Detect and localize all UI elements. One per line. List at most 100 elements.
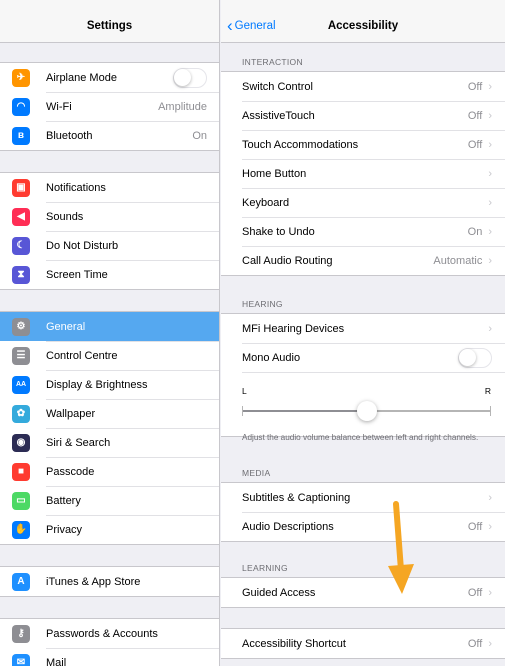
sidebar-item-passcode[interactable]: ■ Passcode: [0, 457, 219, 486]
row-value: Off: [467, 80, 483, 93]
sidebar-item-label: Bluetooth: [46, 129, 93, 142]
chevron-right-icon: ›: [488, 491, 492, 504]
airplane-icon: ✈: [12, 68, 30, 87]
airplane-mode-toggle[interactable]: [173, 67, 207, 88]
wallpaper-icon: ✿: [12, 404, 30, 423]
sidebar-item-wifi[interactable]: ◠ Wi-Fi Amplitude: [0, 92, 219, 121]
chevron-right-icon: ›: [488, 254, 492, 267]
sidebar-item-bluetooth[interactable]: ʙ Bluetooth On: [0, 121, 219, 150]
settings-sidebar: Settings ✈ Airplane Mode ◠ Wi-Fi Amplitu…: [0, 0, 220, 666]
balance-left-label: L: [242, 386, 247, 396]
accessibility-shortcut-row[interactable]: Accessibility Shortcut Off ›: [221, 629, 505, 658]
chevron-right-icon: ›: [488, 109, 492, 122]
hand-icon: ✋: [12, 520, 30, 539]
sidebar-item-display-brightness[interactable]: AA Display & Brightness: [0, 370, 219, 399]
sidebar-item-airplane-mode[interactable]: ✈ Airplane Mode: [0, 63, 219, 92]
sidebar-item-label: General: [46, 320, 86, 333]
sidebar-item-general[interactable]: ⚙ General: [0, 312, 219, 341]
sidebar-item-label: Control Centre: [46, 349, 118, 362]
sidebar-navbar: Settings: [0, 0, 219, 43]
row-value: Off: [467, 138, 483, 151]
hearing-footer-note: Adjust the audio volume balance between …: [242, 433, 479, 442]
chevron-right-icon: ›: [488, 80, 492, 93]
assistivetouch-row[interactable]: AssistiveTouch Off ›: [221, 101, 505, 130]
row-label: Shake to Undo: [242, 225, 315, 238]
hourglass-icon: ⧗: [12, 265, 30, 284]
shake-to-undo-row[interactable]: Shake to Undo On ›: [221, 217, 505, 246]
row-value: Automatic: [433, 254, 483, 267]
sidebar-item-label: Battery: [46, 494, 81, 507]
section-header-interaction: INTERACTION: [242, 57, 303, 67]
sidebar-item-label: Wallpaper: [46, 407, 96, 420]
sidebar-item-mail[interactable]: ✉ Mail: [0, 648, 219, 666]
guided-access-row[interactable]: Guided Access Off ›: [221, 578, 505, 607]
balance-slider-thumb[interactable]: [356, 401, 377, 421]
chevron-right-icon: ›: [488, 586, 492, 599]
sidebar-item-label: Screen Time: [46, 268, 108, 281]
row-label: Home Button: [242, 167, 307, 180]
sidebar-item-screen-time[interactable]: ⧗ Screen Time: [0, 260, 219, 289]
media-group: Subtitles & Captioning › Audio Descripti…: [221, 482, 505, 542]
chevron-right-icon: ›: [488, 196, 492, 209]
display-brightness-icon: AA: [12, 375, 30, 394]
sidebar-item-notifications[interactable]: ▣ Notifications: [0, 173, 219, 202]
sounds-icon: ◀: [12, 207, 30, 226]
interaction-group: Switch Control Off › AssistiveTouch Off …: [221, 71, 505, 276]
sidebar-item-battery[interactable]: ▭ Battery: [0, 486, 219, 515]
sidebar-item-do-not-disturb[interactable]: ☾ Do Not Disturb: [0, 231, 219, 260]
chevron-right-icon: ›: [488, 322, 492, 335]
section-header-learning: LEARNING: [242, 563, 288, 573]
back-button[interactable]: ‹ General: [227, 17, 276, 34]
sidebar-item-control-centre[interactable]: ☰ Control Centre: [0, 341, 219, 370]
mfi-hearing-devices-row[interactable]: MFi Hearing Devices ›: [221, 314, 505, 343]
sidebar-item-label: Do Not Disturb: [46, 239, 119, 252]
call-audio-routing-row[interactable]: Call Audio Routing Automatic ›: [221, 246, 505, 275]
chevron-right-icon: ›: [488, 138, 492, 151]
section-header-media: MEDIA: [242, 468, 271, 478]
hearing-group: MFi Hearing Devices › Mono Audio L R: [221, 313, 505, 437]
balance-tick-right: [490, 406, 491, 416]
row-value: Off: [467, 586, 483, 599]
control-centre-icon: ☰: [12, 346, 30, 365]
mono-audio-toggle[interactable]: [458, 347, 492, 368]
notifications-icon: ▣: [12, 178, 30, 197]
detail-navbar: ‹ General Accessibility: [221, 0, 505, 43]
audio-balance-row: L R: [221, 372, 505, 436]
touch-accommodations-row[interactable]: Touch Accommodations Off ›: [221, 130, 505, 159]
row-label: Subtitles & Captioning: [242, 491, 351, 504]
sidebar-item-itunes-app-store[interactable]: A iTunes & App Store: [0, 567, 219, 596]
home-button-row[interactable]: Home Button ›: [221, 159, 505, 188]
subtitles-captioning-row[interactable]: Subtitles & Captioning ›: [221, 483, 505, 512]
battery-icon: ▭: [12, 491, 30, 510]
row-label: Touch Accommodations: [242, 138, 359, 151]
lock-icon: ■: [12, 462, 30, 481]
section-header-hearing: HEARING: [242, 299, 283, 309]
sidebar-group-connectivity: ✈ Airplane Mode ◠ Wi-Fi Amplitude ʙ Blue…: [0, 62, 219, 151]
row-value: Off: [467, 109, 483, 122]
keyboard-row[interactable]: Keyboard ›: [221, 188, 505, 217]
toggle-knob: [459, 348, 476, 366]
sidebar-item-label: Privacy: [46, 523, 83, 536]
sidebar-item-label: Notifications: [46, 181, 106, 194]
row-label: MFi Hearing Devices: [242, 322, 345, 335]
chevron-right-icon: ›: [488, 167, 492, 180]
key-icon: ⚷: [12, 624, 30, 643]
sidebar-group-accounts: ⚷ Passwords & Accounts ✉ Mail: [0, 618, 219, 666]
row-value: Off: [467, 520, 483, 533]
mail-icon: ✉: [12, 653, 30, 666]
audio-descriptions-row[interactable]: Audio Descriptions Off ›: [221, 512, 505, 541]
sidebar-item-wallpaper[interactable]: ✿ Wallpaper: [0, 399, 219, 428]
row-label: Guided Access: [242, 586, 316, 599]
row-label: Call Audio Routing: [242, 254, 333, 267]
balance-right-label: R: [484, 386, 491, 396]
switch-control-row[interactable]: Switch Control Off ›: [221, 72, 505, 101]
sidebar-item-passwords-accounts[interactable]: ⚷ Passwords & Accounts: [0, 619, 219, 648]
row-label: Switch Control: [242, 80, 313, 93]
sidebar-item-privacy[interactable]: ✋ Privacy: [0, 515, 219, 544]
balance-tick-left: [242, 406, 243, 416]
sidebar-group-notifications: ▣ Notifications ◀ Sounds ☾ Do Not Distur…: [0, 172, 219, 290]
sidebar-item-sounds[interactable]: ◀ Sounds: [0, 202, 219, 231]
sidebar-item-label: Passcode: [46, 465, 95, 478]
sidebar-item-siri-search[interactable]: ◉ Siri & Search: [0, 428, 219, 457]
sidebar-item-label: Display & Brightness: [46, 378, 148, 391]
